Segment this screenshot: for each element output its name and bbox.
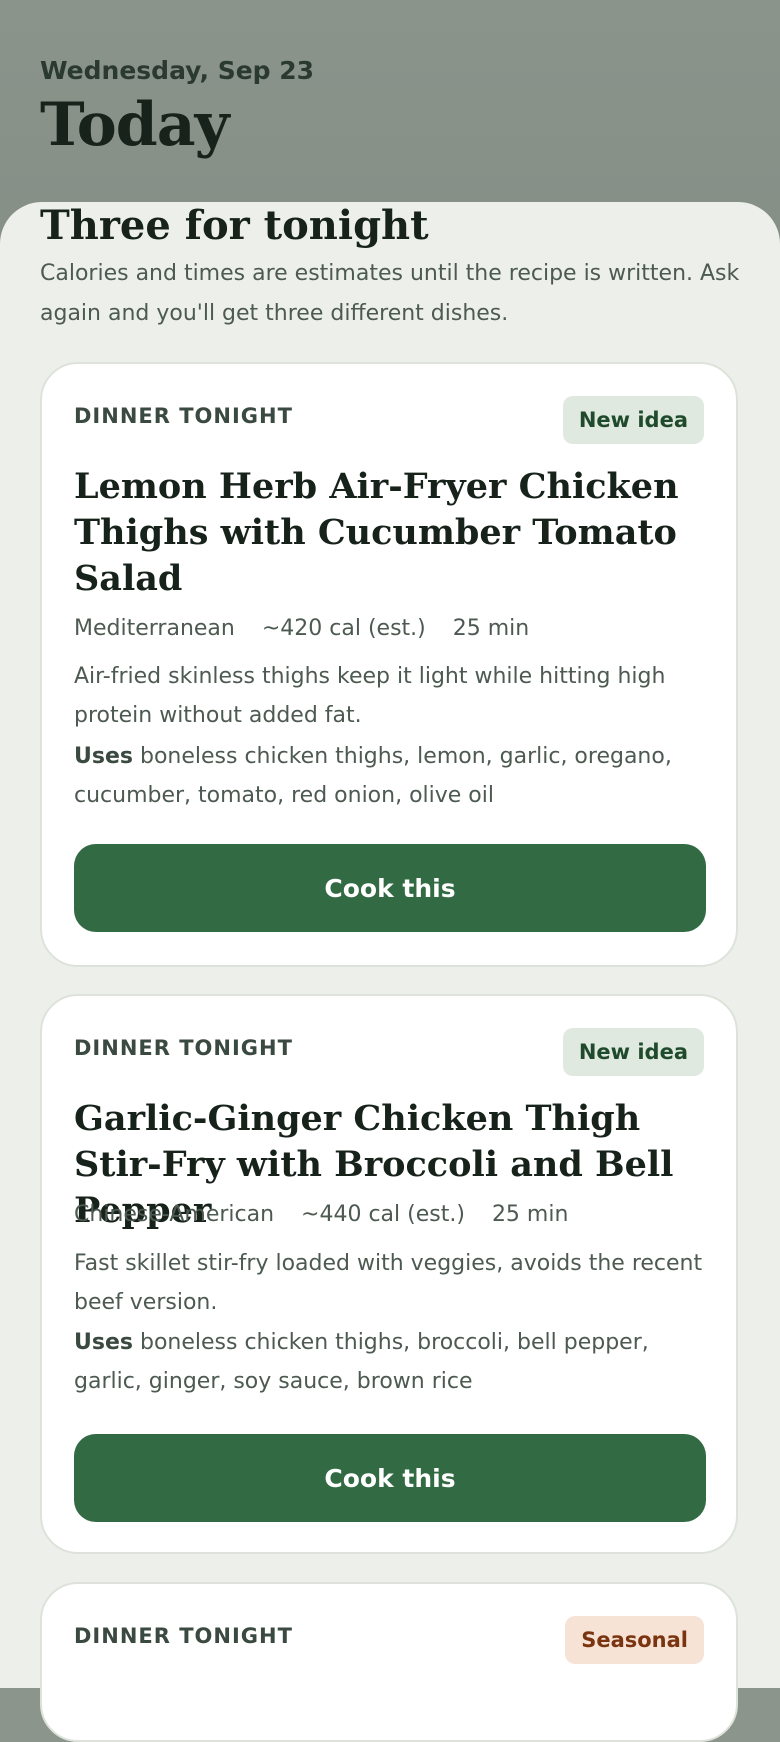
recipe-card: DINNER TONIGHT Seasonal (40, 1582, 738, 1742)
header-date: Wednesday, Sep 23 (40, 56, 315, 85)
recipe-meta: Chinese-American ~440 cal (est.) 25 min (74, 1202, 588, 1227)
recipe-card: DINNER TONIGHT New idea Garlic-Ginger Ch… (40, 994, 738, 1554)
cook-this-button[interactable]: Cook this (74, 844, 706, 932)
status-badge: Seasonal (565, 1616, 704, 1664)
recipe-cuisine: Chinese-American (74, 1202, 275, 1227)
section-title: Three for tonight (40, 202, 429, 249)
recipe-time: 25 min (491, 1202, 569, 1227)
recipe-ingredients: Uses boneless chicken thighs, lemon, gar… (74, 737, 710, 815)
uses-list: boneless chicken thighs, lemon, garlic, … (74, 744, 672, 808)
uses-list: boneless chicken thighs, broccoli, bell … (74, 1330, 649, 1394)
recipe-calories: ~440 cal (est.) (301, 1202, 465, 1227)
card-eyebrow: DINNER TONIGHT (74, 404, 293, 428)
recipe-title[interactable]: Lemon Herb Air-Fryer Chicken Thighs with… (74, 464, 710, 602)
recipe-meta: Mediterranean ~420 cal (est.) 25 min (74, 616, 549, 641)
section-subtitle: Calories and times are estimates until t… (40, 261, 740, 326)
recipe-description: Air-fried skinless thighs keep it light … (74, 664, 666, 728)
card-eyebrow: DINNER TONIGHT (74, 1036, 293, 1060)
status-badge: New idea (562, 1028, 704, 1076)
recipe-ingredients: Uses boneless chicken thighs, broccoli, … (74, 1323, 710, 1401)
uses-label: Uses (74, 744, 133, 769)
page-title: Today (40, 90, 229, 160)
recipe-cuisine: Mediterranean (74, 616, 235, 641)
status-badge: New idea (562, 396, 704, 444)
recipe-description: Fast skillet stir-fry loaded with veggie… (74, 1251, 703, 1315)
recipe-calories: ~420 cal (est.) (261, 616, 426, 641)
cook-this-button[interactable]: Cook this (74, 1434, 706, 1522)
content-sheet: Three for tonight Calories and times are… (0, 202, 780, 1742)
card-eyebrow: DINNER TONIGHT (74, 1624, 293, 1648)
recipe-time: 25 min (452, 616, 530, 641)
uses-label: Uses (74, 1330, 133, 1355)
recipe-card: DINNER TONIGHT New idea Lemon Herb Air-F… (40, 362, 738, 967)
